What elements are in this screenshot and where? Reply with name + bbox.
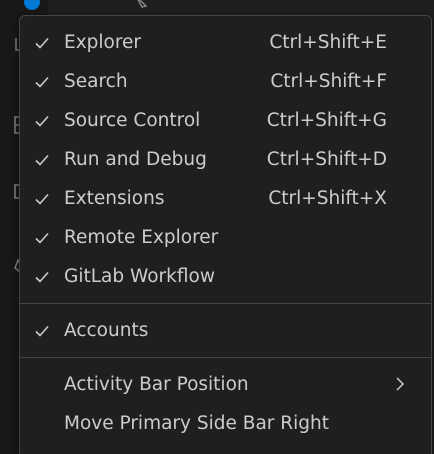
check-icon — [20, 311, 64, 350]
menu-separator — [20, 303, 431, 304]
check-icon — [20, 257, 64, 296]
menu-item-source-control[interactable]: Source Control Ctrl+Shift+G — [20, 101, 431, 140]
menu-item-label: Accounts — [64, 320, 149, 341]
check-icon — [20, 23, 64, 62]
activity-bar-badge — [24, 0, 40, 10]
menu-item-search[interactable]: Search Ctrl+Shift+F — [20, 62, 431, 101]
check-icon — [20, 62, 64, 101]
menu-item-gitlab-workflow[interactable]: GitLab Workflow — [20, 257, 431, 296]
menu-separator — [20, 357, 431, 358]
vscode-window: Explorer Ctrl+Shift+E Search Ctrl+Shift+… — [0, 0, 434, 454]
menu-item-shortcut: Ctrl+Shift+D — [266, 149, 387, 170]
menu-item-shortcut: Ctrl+Shift+X — [268, 188, 387, 209]
pin-icon — [137, 0, 148, 8]
menu-item-extensions[interactable]: Extensions Ctrl+Shift+X — [20, 179, 431, 218]
check-icon — [20, 140, 64, 179]
menu-item-activity-bar-position[interactable]: Activity Bar Position — [20, 365, 431, 404]
menu-item-shortcut: Ctrl+Shift+G — [266, 110, 387, 131]
menu-item-shortcut: Ctrl+Shift+F — [270, 71, 387, 92]
menu-item-move-primary-side-bar-right[interactable]: Move Primary Side Bar Right — [20, 404, 431, 443]
menu-item-accounts[interactable]: Accounts — [20, 311, 431, 350]
chevron-right-icon — [396, 377, 405, 391]
menu-item-remote-explorer[interactable]: Remote Explorer — [20, 218, 431, 257]
check-placeholder — [20, 404, 64, 443]
check-icon — [20, 101, 64, 140]
check-icon — [20, 218, 64, 257]
menu-item-label: GitLab Workflow — [64, 266, 215, 287]
check-icon — [20, 179, 64, 218]
check-placeholder — [20, 365, 64, 404]
menu-item-label: Move Primary Side Bar Right — [64, 413, 329, 434]
menu-item-label: Remote Explorer — [64, 227, 219, 248]
menu-item-explorer[interactable]: Explorer Ctrl+Shift+E — [20, 23, 431, 62]
activity-bar-context-menu: Explorer Ctrl+Shift+E Search Ctrl+Shift+… — [19, 15, 432, 454]
menu-item-label: Activity Bar Position — [64, 374, 249, 395]
menu-item-shortcut: Ctrl+Shift+E — [269, 32, 387, 53]
menu-item-run-and-debug[interactable]: Run and Debug Ctrl+Shift+D — [20, 140, 431, 179]
